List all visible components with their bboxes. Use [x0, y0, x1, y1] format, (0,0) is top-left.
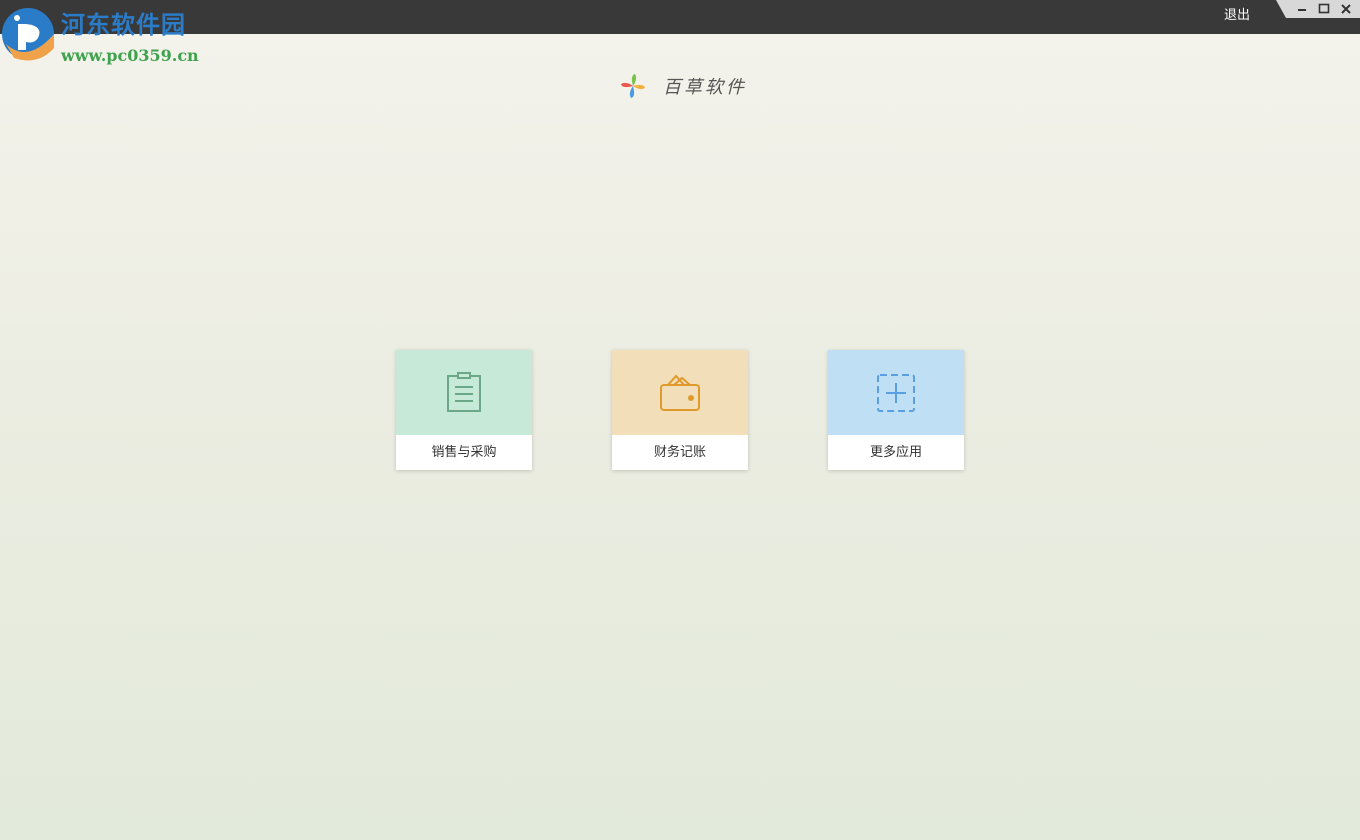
app-card-label: 财务记账	[653, 445, 706, 460]
minimize-icon[interactable]	[1294, 2, 1310, 16]
clipboard-icon	[447, 371, 481, 412]
pinwheel-logo-icon	[621, 74, 645, 98]
app-card-more-apps[interactable]: 更多应用	[828, 350, 964, 470]
add-square-icon	[877, 373, 915, 412]
app-card-finance[interactable]: 财务记账	[612, 350, 748, 470]
close-icon[interactable]	[1338, 2, 1354, 16]
watermark-emblem-icon	[2, 8, 54, 61]
logout-button[interactable]: 退出	[1224, 7, 1250, 25]
brand-header: 百草软件	[620, 72, 747, 100]
wallet-icon	[660, 373, 700, 411]
brand-name: 百草软件	[663, 77, 747, 98]
app-card-label: 更多应用	[869, 445, 922, 460]
window-controls	[1276, 0, 1360, 18]
app-card-icon-area	[396, 350, 532, 435]
watermark-logo: 河东软件园 www.pc0359.cn	[0, 4, 210, 66]
app-card-icon-area	[828, 350, 964, 435]
watermark-url: www.pc0359.cn	[61, 46, 199, 65]
app-card-icon-area	[612, 350, 748, 435]
watermark-title: 河东软件园	[61, 10, 186, 39]
app-card-sales-purchase[interactable]: 销售与采购	[396, 350, 532, 470]
maximize-icon[interactable]	[1316, 2, 1332, 16]
app-card-label: 销售与采购	[431, 445, 497, 460]
